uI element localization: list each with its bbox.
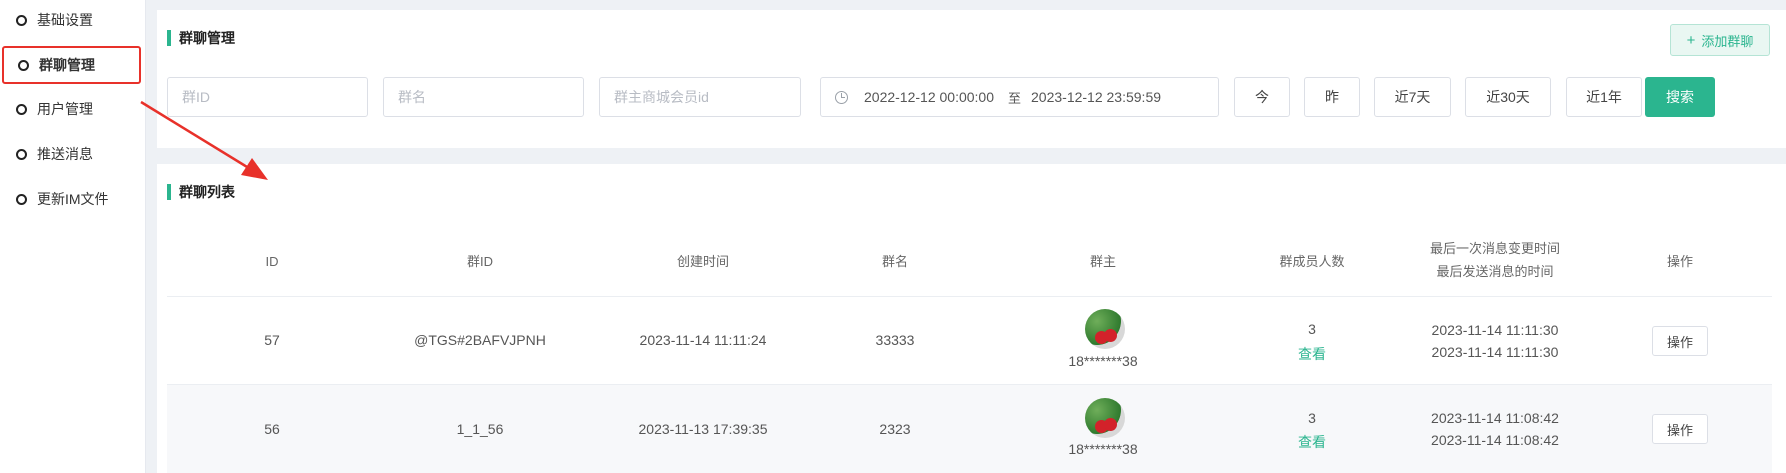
cell-last-change: 2023-11-14 11:08:42 bbox=[1431, 410, 1559, 426]
quick-yesterday-button[interactable]: 昨 bbox=[1304, 77, 1360, 117]
sidebar-item-label: 推送消息 bbox=[37, 146, 93, 162]
cherry-icon bbox=[1104, 418, 1117, 431]
col-header-id: ID bbox=[265, 254, 279, 269]
date-start: 2022-12-12 00:00:00 bbox=[864, 89, 994, 105]
row-action-button[interactable]: 操作 bbox=[1652, 414, 1708, 444]
circle-icon bbox=[16, 148, 27, 160]
sidebar-item-push-message[interactable]: 推送消息 bbox=[0, 134, 146, 174]
circle-icon bbox=[18, 59, 29, 71]
cell-last-send: 2023-11-14 11:11:30 bbox=[1431, 344, 1559, 360]
view-members-link[interactable]: 查看 bbox=[1262, 344, 1362, 364]
cell-created: 2023-11-14 11:11:24 bbox=[639, 332, 767, 348]
group-id-input[interactable] bbox=[167, 77, 368, 117]
cell-owner: 18*******38 bbox=[1068, 353, 1138, 369]
plus-icon: + bbox=[1686, 31, 1696, 49]
circle-icon bbox=[16, 103, 27, 115]
col-header-action: 操作 bbox=[1666, 254, 1693, 269]
clock-icon bbox=[835, 90, 848, 104]
col-header-name: 群名 bbox=[881, 254, 908, 269]
col-header-last-send: 最后发送消息的时间 bbox=[1436, 264, 1554, 279]
cell-id: 56 bbox=[264, 421, 280, 437]
table-divider bbox=[167, 296, 1772, 297]
view-members-link[interactable]: 查看 bbox=[1262, 432, 1362, 452]
circle-icon bbox=[16, 14, 27, 26]
cell-id: 57 bbox=[264, 332, 280, 348]
section-title-group-management: 群聊管理 bbox=[167, 30, 235, 46]
cell-name: 33333 bbox=[875, 332, 915, 348]
owner-avatar bbox=[1085, 398, 1125, 438]
cell-last-change: 2023-11-14 11:11:30 bbox=[1431, 322, 1559, 338]
cherry-icon bbox=[1104, 329, 1117, 342]
sidebar-item-group-chat-management[interactable]: 群聊管理 bbox=[2, 46, 141, 84]
cell-group-id: @TGS#2BAFVJPNH bbox=[414, 332, 546, 348]
cell-group-id: 1_1_56 bbox=[456, 421, 504, 437]
cell-created: 2023-11-13 17:39:35 bbox=[638, 421, 768, 437]
owner-avatar bbox=[1085, 309, 1125, 349]
cell-members: 3 bbox=[1308, 321, 1316, 337]
date-range-picker[interactable]: 2022-12-12 00:00:00 至 2023-12-12 23:59:5… bbox=[820, 77, 1219, 117]
sidebar: 基础设置 群聊管理 用户管理 推送消息 更新IM文件 bbox=[0, 0, 146, 473]
cell-members: 3 bbox=[1308, 410, 1316, 426]
col-header-members: 群成员人数 bbox=[1279, 254, 1345, 269]
sidebar-item-label: 群聊管理 bbox=[39, 57, 95, 73]
sidebar-item-update-im-file[interactable]: 更新IM文件 bbox=[0, 179, 146, 219]
date-separator: 至 bbox=[1008, 90, 1022, 106]
quick-today-button[interactable]: 今 bbox=[1234, 77, 1290, 117]
sidebar-item-basic-settings[interactable]: 基础设置 bbox=[0, 0, 146, 40]
add-group-button[interactable]: + 添加群聊 bbox=[1670, 24, 1770, 56]
cell-name: 2323 bbox=[879, 421, 911, 437]
sidebar-item-user-management[interactable]: 用户管理 bbox=[0, 89, 146, 129]
quick-1year-button[interactable]: 近1年 bbox=[1566, 77, 1642, 117]
group-name-input[interactable] bbox=[383, 77, 584, 117]
col-header-last-change: 最后一次消息变更时间 bbox=[1429, 241, 1560, 256]
sidebar-item-label: 更新IM文件 bbox=[37, 191, 109, 207]
col-header-group-id: 群ID bbox=[466, 254, 493, 269]
cell-owner: 18*******38 bbox=[1068, 441, 1138, 457]
quick-7days-button[interactable]: 近7天 bbox=[1374, 77, 1451, 117]
search-button[interactable]: 搜索 bbox=[1645, 77, 1715, 117]
owner-member-id-input[interactable] bbox=[599, 77, 801, 117]
sidebar-item-label: 用户管理 bbox=[37, 101, 93, 117]
col-header-created: 创建时间 bbox=[676, 254, 729, 269]
add-group-label: 添加群聊 bbox=[1701, 33, 1754, 49]
section-title-group-list: 群聊列表 bbox=[167, 184, 235, 200]
circle-icon bbox=[16, 193, 27, 205]
row-action-button[interactable]: 操作 bbox=[1652, 326, 1708, 356]
quick-30days-button[interactable]: 近30天 bbox=[1465, 77, 1551, 117]
sidebar-item-label: 基础设置 bbox=[37, 12, 93, 28]
col-header-owner: 群主 bbox=[1089, 254, 1116, 269]
cell-last-send: 2023-11-14 11:08:42 bbox=[1431, 432, 1559, 448]
date-end: 2023-12-12 23:59:59 bbox=[1031, 89, 1162, 105]
